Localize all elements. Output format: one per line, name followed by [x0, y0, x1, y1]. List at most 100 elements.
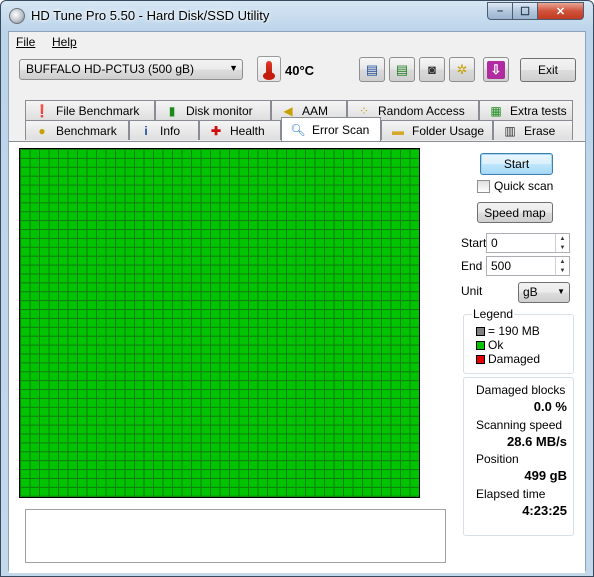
chevron-down-icon: ▼ — [229, 63, 238, 73]
disk-monitor-icon: ▮ — [168, 103, 176, 118]
spin-up-icon[interactable]: ▲ — [555, 257, 569, 266]
ok-swatch — [476, 340, 485, 350]
tab-disk-monitor[interactable]: ▮ Disk monitor — [155, 100, 271, 120]
tab-label: Folder Usage — [412, 123, 485, 138]
legend-ok-label: Ok — [488, 338, 504, 352]
tab-label: Disk monitor — [186, 103, 253, 118]
legend-block-label: = 190 MB — [488, 324, 540, 338]
end-input[interactable]: 500 ▲ ▼ — [486, 256, 570, 276]
speed-map-button[interactable]: Speed map — [477, 202, 553, 223]
chevron-down-icon: ▼ — [557, 287, 565, 296]
tab-label: Erase — [524, 123, 556, 138]
tab-extra-tests[interactable]: ▦ Extra tests — [479, 100, 573, 120]
copy-icon: ▤ — [365, 61, 379, 77]
menu-help-label: Help — [52, 35, 77, 49]
unit-label: Unit — [461, 284, 483, 298]
title-bar[interactable]: HD Tune Pro 5.50 - Hard Disk/SSD Utility… — [1, 1, 593, 31]
wrench-icon: ✲ — [456, 61, 468, 77]
tab-label: Random Access — [378, 103, 465, 118]
checkbox-box[interactable] — [477, 179, 490, 193]
tab-label: Error Scan — [312, 122, 370, 137]
spin-up-icon[interactable]: ▲ — [555, 234, 569, 243]
tab-folder-usage[interactable]: ▬ Folder Usage — [381, 120, 493, 140]
error-scan-panel: Start Quick scan Speed map Start 0 ▲ ▼ E… — [9, 141, 585, 573]
legend-box: Legend = 190 MB Ok Damaged — [463, 307, 574, 374]
legend-title: Legend — [472, 307, 515, 321]
menu-file[interactable]: File — [16, 35, 35, 49]
save-button[interactable]: ⇩ — [483, 57, 509, 82]
tab-health[interactable]: ✚ Health — [199, 120, 281, 140]
elapsed-time-value: 4:23:25 — [522, 503, 567, 518]
menu-bar: File Help — [9, 32, 585, 52]
info-icon: i — [144, 123, 148, 138]
scan-block-grid — [19, 148, 420, 498]
drive-select[interactable]: BUFFALO HD-PCTU3 (500 gB) ▼ — [19, 59, 243, 80]
end-label: End — [461, 259, 483, 273]
tab-file-benchmark[interactable]: ❗ File Benchmark — [25, 100, 155, 120]
legend-item-ok: Ok — [476, 338, 503, 352]
legend-damaged-label: Damaged — [488, 352, 541, 366]
menu-help[interactable]: Help — [52, 35, 77, 49]
toolbar: BUFFALO HD-PCTU3 (500 gB) ▼ 40°C ▤ ▤ ◙ ✲… — [9, 52, 585, 96]
file-benchmark-icon: ❗ — [34, 103, 50, 118]
close-button[interactable]: ✕ — [537, 2, 584, 20]
download-icon: ⇩ — [487, 60, 505, 79]
quick-scan-checkbox[interactable]: Quick scan — [477, 179, 553, 193]
copy-text-button[interactable]: ▤ — [359, 57, 385, 82]
legend-item-damaged: Damaged — [476, 352, 540, 366]
damaged-blocks-value: 0.0 % — [533, 399, 567, 414]
scanning-speed-label: Scanning speed — [476, 418, 563, 432]
tab-info[interactable]: i Info — [129, 120, 199, 140]
tab-label: Health — [230, 123, 265, 138]
start-button[interactable]: Start — [480, 153, 553, 175]
window-title: HD Tune Pro 5.50 - Hard Disk/SSD Utility — [31, 8, 270, 23]
scanning-speed-value: 28.6 MB/s — [507, 434, 567, 449]
tab-label: Info — [160, 123, 181, 138]
spin-down-icon[interactable]: ▼ — [555, 243, 569, 252]
tab-label: AAM — [302, 103, 329, 118]
position-value: 499 gB — [524, 468, 567, 483]
random-access-icon: ⁘ — [358, 103, 370, 118]
spin-down-icon[interactable]: ▼ — [555, 266, 569, 275]
options-button[interactable]: ✲ — [449, 57, 475, 82]
benchmark-icon: ● — [38, 123, 46, 138]
unit-select[interactable]: gB ▼ — [518, 282, 570, 303]
stats-box: Damaged blocks 0.0 % Scanning speed 28.6… — [463, 377, 574, 536]
tab-erase[interactable]: ▥ Erase — [493, 120, 573, 140]
block-swatch — [476, 326, 485, 336]
temperature-value: 40°C — [285, 63, 315, 78]
app-window: HD Tune Pro 5.50 - Hard Disk/SSD Utility… — [0, 0, 594, 577]
scan-log-box[interactable] — [25, 509, 446, 563]
quick-scan-label: Quick scan — [494, 179, 554, 193]
end-input-value: 500 — [491, 259, 512, 273]
maximize-button[interactable]: ☐ — [512, 2, 538, 20]
speaker-icon: ◀ — [283, 103, 293, 118]
start-input[interactable]: 0 ▲ ▼ — [486, 233, 570, 253]
minimize-button[interactable]: – — [487, 2, 513, 20]
thermometer-icon — [257, 56, 281, 82]
camera-icon: ◙ — [428, 62, 436, 77]
position-label: Position — [476, 452, 519, 466]
tab-label: File Benchmark — [56, 103, 140, 118]
magnifier-icon: 🔍︎ — [290, 122, 306, 137]
legend-item-block: = 190 MB — [476, 324, 540, 338]
folder-icon: ▬ — [392, 123, 404, 138]
tab-benchmark[interactable]: ● Benchmark — [25, 120, 129, 140]
tab-error-scan[interactable]: 🔍︎ Error Scan — [281, 117, 381, 141]
drive-select-value: BUFFALO HD-PCTU3 (500 gB) — [26, 62, 195, 76]
copy-all-icon: ▤ — [395, 61, 409, 77]
tab-label: Extra tests — [510, 103, 567, 118]
extra-tests-icon: ▦ — [490, 103, 502, 118]
tab-label: Benchmark — [56, 123, 117, 138]
app-disk-icon — [9, 8, 25, 24]
start-label: Start — [461, 236, 487, 250]
copy-all-button[interactable]: ▤ — [389, 57, 415, 82]
damaged-blocks-label: Damaged blocks — [476, 383, 566, 397]
unit-select-value: gB — [523, 285, 538, 299]
screenshot-button[interactable]: ◙ — [419, 57, 445, 82]
trash-icon: ▥ — [504, 123, 516, 138]
health-icon: ✚ — [210, 123, 222, 138]
damaged-swatch — [476, 354, 485, 364]
elapsed-time-label: Elapsed time — [476, 487, 546, 501]
exit-button[interactable]: Exit — [520, 58, 576, 82]
